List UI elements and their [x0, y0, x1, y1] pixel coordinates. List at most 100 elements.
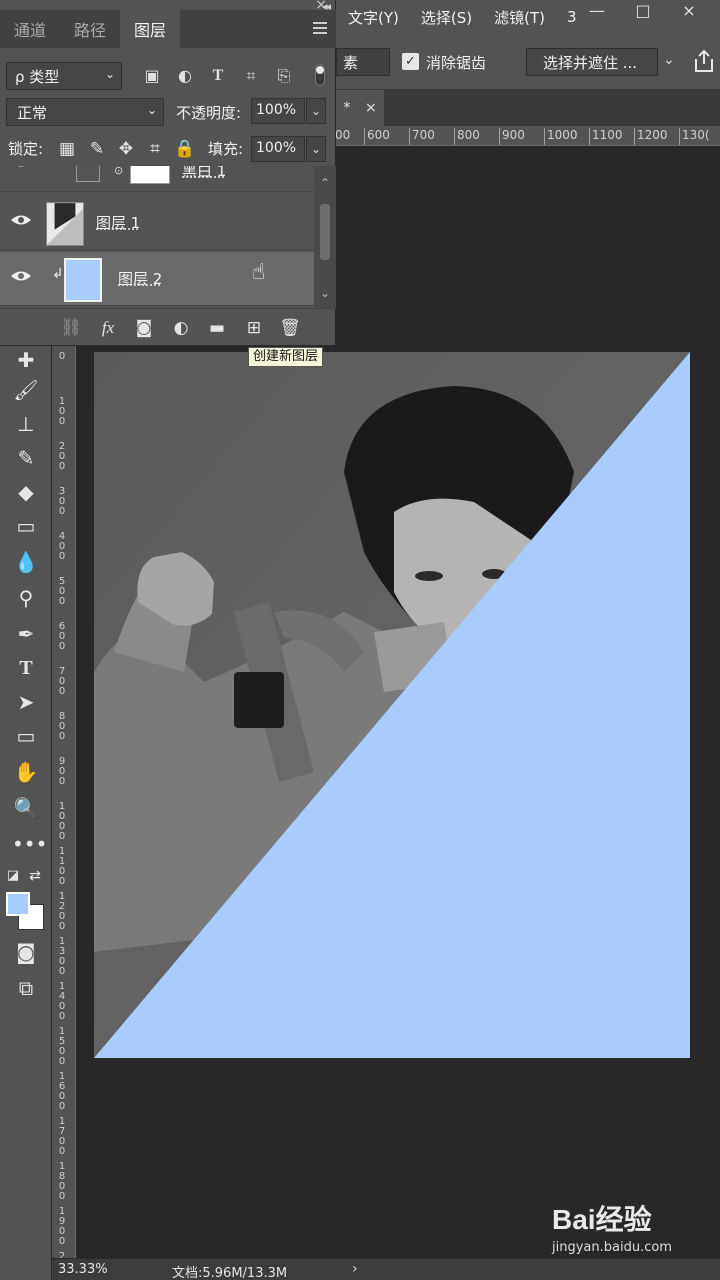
filter-toggle[interactable] — [315, 64, 325, 86]
feather-input[interactable]: 素 — [336, 48, 390, 76]
fx-icon[interactable]: fx — [97, 317, 119, 339]
layer-name[interactable]: 图层 1 — [96, 212, 140, 233]
menu-select[interactable]: 选择(S) — [409, 7, 482, 28]
window-close-button[interactable]: × — [670, 0, 708, 20]
panel-menu-icon[interactable] — [313, 22, 327, 34]
visibility-eye-icon[interactable] — [10, 269, 32, 283]
adjustment-filter-icon[interactable]: ◐ — [175, 66, 195, 86]
maximize-button[interactable]: □ — [624, 0, 662, 20]
layer-row-bw[interactable]: ▪ ⊙ 黑白 1 — [0, 166, 314, 192]
type-filter-icon[interactable]: T — [208, 66, 228, 86]
dodge-tool-icon[interactable]: ⚲ — [12, 584, 40, 612]
layer-name[interactable]: 黑白 1 — [182, 166, 226, 181]
pen-tool-icon[interactable]: ✒ — [12, 620, 40, 648]
lock-image-icon[interactable]: ✎ — [86, 138, 108, 160]
smart-object-filter-icon[interactable]: ⎘ — [274, 66, 294, 86]
menu-filter[interactable]: 滤镜(T) — [482, 7, 555, 28]
photo-eye-left — [415, 571, 443, 581]
antialias-checkbox[interactable]: ✓ — [402, 53, 419, 70]
fill-input[interactable]: 100% — [251, 136, 305, 162]
select-and-mask-button[interactable]: 选择并遮住 ... — [526, 48, 658, 76]
more-tools-icon[interactable]: ••• — [12, 830, 47, 858]
path-selection-icon[interactable]: ➤ — [12, 688, 40, 716]
shape-filter-icon[interactable]: ⌗ — [241, 66, 261, 86]
lock-position-icon[interactable]: ✥ — [115, 138, 137, 160]
lock-all-icon[interactable]: 🔒 — [174, 138, 196, 160]
eraser-tool-icon[interactable]: ◆ — [12, 478, 40, 506]
blend-mode-value: 正常 — [17, 104, 48, 122]
menu-bar: 文字(Y) 选择(S) 滤镜(T) 3 — □ × — [336, 0, 720, 34]
hand-tool-icon[interactable]: ✋ — [12, 758, 40, 786]
scroll-thumb[interactable] — [320, 204, 330, 260]
type-tool-icon[interactable]: T — [12, 654, 40, 682]
foreground-color-swatch[interactable] — [6, 892, 30, 916]
status-menu-arrow[interactable]: › — [352, 1261, 358, 1277]
swap-colors-icon[interactable]: ⇄ — [26, 862, 44, 890]
opacity-label: 不透明度: — [176, 104, 242, 122]
ruler-tick: 800 — [58, 711, 66, 742]
zoom-level[interactable]: 33.33% — [58, 1262, 108, 1277]
antialias-label: 消除锯齿 — [426, 54, 487, 72]
history-brush-icon[interactable]: ✎ — [12, 444, 40, 472]
opacity-input[interactable]: 100% — [251, 98, 305, 124]
ruler-tick: 100 — [58, 396, 66, 427]
blend-mode-select[interactable]: 正常 ⌄ — [6, 98, 164, 126]
tab-close-icon[interactable]: × — [365, 100, 377, 116]
link-layers-icon[interactable]: ⛓ — [60, 317, 82, 339]
default-colors-icon[interactable]: ◪ — [4, 862, 22, 890]
zoom-tool-icon[interactable]: 🔍 — [12, 794, 40, 822]
document-canvas[interactable] — [94, 352, 690, 1058]
ruler-tick: 600 — [364, 128, 390, 145]
hand-cursor-icon: ☝ — [252, 260, 266, 285]
blur-tool-icon[interactable]: 💧 — [12, 548, 40, 576]
horizontal-ruler[interactable]: 00 600 700 800 900 1000 1100 1200 130( — [336, 126, 720, 146]
ruler-tick: 1000 — [544, 128, 578, 145]
share-icon[interactable] — [692, 48, 716, 74]
layer-filter-row: ρ 类型 ⌄ ▣ ◐ T ⌗ ⎘ — [0, 56, 336, 94]
healing-brush-icon[interactable]: ✚ — [12, 346, 40, 374]
scroll-down-icon[interactable]: ⌄ — [314, 286, 336, 300]
tab-layers[interactable]: 图层 — [120, 10, 180, 48]
filter-type-select[interactable]: ρ 类型 ⌄ — [6, 62, 122, 90]
tab-paths[interactable]: 路径 — [60, 10, 120, 48]
ruler-tick: 1400 — [58, 981, 66, 1022]
fill-dropdown[interactable]: ⌄ — [306, 136, 326, 162]
adjustment-layer-icon[interactable]: ◐ — [170, 317, 192, 339]
chevron-down-icon: ⌄ — [104, 67, 115, 81]
brush-tool-icon[interactable]: 🖌 — [12, 376, 40, 404]
tab-channels[interactable]: 通道 — [0, 10, 60, 48]
ruler-tick: 1900 — [58, 1206, 66, 1247]
chevron-down-icon[interactable]: ⌄ — [663, 52, 675, 68]
new-layer-icon[interactable]: ⊞ — [243, 317, 265, 339]
document-tab-bar: * × — [336, 90, 720, 126]
minimize-button[interactable]: — — [578, 0, 616, 20]
gradient-tool-icon[interactable]: ▭ — [12, 512, 40, 540]
visibility-eye-icon[interactable] — [10, 213, 32, 227]
document-tab[interactable]: * × — [336, 90, 384, 126]
new-group-icon[interactable]: ▬ — [206, 317, 228, 339]
visibility-eye-icon[interactable] — [10, 166, 32, 169]
lock-artboard-icon[interactable]: ⌗ — [144, 138, 166, 160]
ruler-tick: 1700 — [58, 1116, 66, 1157]
quick-mask-icon[interactable]: ◙ — [12, 938, 40, 966]
layers-scrollbar[interactable]: ⌃ ⌄ — [314, 166, 336, 308]
modified-marker: * — [343, 100, 351, 116]
pixel-filter-icon[interactable]: ▣ — [142, 66, 162, 86]
layer-name[interactable]: 图层 2 — [118, 268, 162, 289]
vertical-ruler[interactable]: 0 100 200 300 400 500 600 700 800 900 1000 1100 1200… — [52, 346, 76, 1258]
opacity-dropdown[interactable]: ⌄ — [306, 98, 326, 124]
add-mask-icon[interactable]: ◙ — [133, 317, 155, 339]
ruler-tick: 700 — [409, 128, 435, 145]
layer-row-2[interactable]: ↲ 图层 2 ☝ — [0, 252, 314, 306]
layer-row-1[interactable]: 图层 1 — [0, 196, 314, 250]
ruler-tick: 400 — [58, 531, 66, 562]
lock-transparent-icon[interactable]: ▦ — [56, 138, 78, 160]
delete-layer-icon[interactable]: 🗑 — [279, 317, 301, 339]
screen-mode-icon[interactable]: ⧉ — [12, 974, 40, 1002]
filter-type-label: ρ 类型 — [15, 68, 60, 86]
rectangle-tool-icon[interactable]: ▭ — [12, 722, 40, 750]
stamp-tool-icon[interactable]: ⊥ — [12, 410, 40, 438]
layers-footer: ⛓ fx ◙ ◐ ▬ ⊞ 🗑 — [0, 308, 336, 346]
scroll-up-icon[interactable]: ⌃ — [314, 176, 336, 190]
menu-type[interactable]: 文字(Y) — [336, 7, 409, 28]
